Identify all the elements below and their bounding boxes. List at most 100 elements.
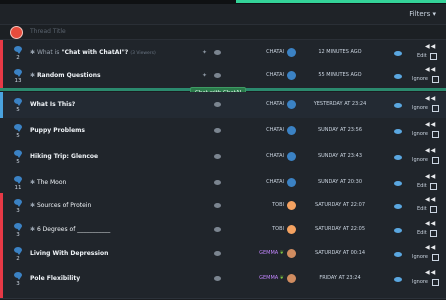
- media-controls-icon[interactable]: ◀◀: [425, 66, 436, 73]
- author-avatar[interactable]: [287, 71, 296, 80]
- new-thread-bar[interactable]: Thread Title: [0, 25, 446, 40]
- media-controls-icon[interactable]: ◀◀: [425, 173, 436, 180]
- edit-link[interactable]: Edit: [417, 53, 427, 59]
- chat-bubble-icon: [14, 272, 22, 280]
- reply-count: 5: [16, 159, 20, 165]
- thread-title[interactable]: ✱ What is "Chat with ChatAI"? (3 Viewers…: [30, 49, 156, 56]
- checkbox-icon[interactable]: [430, 230, 437, 237]
- author-avatar[interactable]: [287, 274, 296, 283]
- thread-row[interactable]: 5 Puppy Problems CHATAI SUNDAY AT 23:56 …: [0, 118, 446, 146]
- chat-bubble-icon: [14, 69, 22, 77]
- ignore-link[interactable]: Ignore: [412, 157, 428, 163]
- thread-title[interactable]: Living With Depression: [30, 250, 108, 257]
- media-controls-icon[interactable]: ◀◀: [425, 121, 436, 128]
- author-name[interactable]: CHATAI: [230, 101, 284, 107]
- filters-button[interactable]: Filters ▾: [409, 10, 436, 18]
- author-avatar[interactable]: [287, 100, 296, 109]
- eye-icon[interactable]: [394, 51, 402, 56]
- media-controls-icon[interactable]: ◀◀: [425, 244, 436, 251]
- reply-count: 11: [14, 185, 22, 191]
- reply-count: 5: [16, 133, 20, 139]
- edit-link[interactable]: Edit: [417, 230, 427, 236]
- thread-title[interactable]: Hiking Trip: Glencoe: [30, 153, 98, 160]
- checkbox-icon[interactable]: [430, 53, 437, 60]
- reply-count: 5: [16, 107, 20, 113]
- status-bar: [0, 92, 3, 119]
- user-avatar: [10, 26, 23, 39]
- author-avatar[interactable]: [287, 249, 296, 258]
- timestamp: 12 MINUTES AGO: [318, 49, 362, 55]
- checkbox-icon[interactable]: [432, 76, 439, 83]
- author-name[interactable]: CHATAI: [230, 49, 284, 55]
- ignore-link[interactable]: Ignore: [412, 254, 428, 260]
- author-avatar[interactable]: [287, 225, 296, 234]
- edit-link[interactable]: Edit: [417, 206, 427, 212]
- thread-row[interactable]: 3 Pole Flexibility GEMMA ❦ FRIDAY AT 23:…: [0, 266, 446, 299]
- eye-icon[interactable]: [394, 277, 402, 282]
- author-avatar[interactable]: [287, 48, 296, 57]
- author-avatar[interactable]: [287, 126, 296, 135]
- eye-icon[interactable]: [394, 155, 402, 160]
- ignore-link[interactable]: Ignore: [412, 76, 428, 82]
- thread-title[interactable]: ✱ Random Questions: [30, 72, 101, 79]
- eye-icon: [214, 251, 221, 256]
- author-avatar[interactable]: [287, 201, 296, 210]
- checkbox-icon[interactable]: [432, 254, 439, 261]
- pin-icon: ✦: [202, 72, 208, 79]
- media-controls-icon[interactable]: ◀◀: [425, 147, 436, 154]
- author-avatar[interactable]: [287, 152, 296, 161]
- thread-title[interactable]: ✱ Sources of Protein: [30, 202, 91, 209]
- status-bar: [0, 63, 3, 90]
- thread-title[interactable]: Puppy Problems: [30, 127, 85, 134]
- thread-title[interactable]: What Is This?: [30, 101, 75, 108]
- thread-title-input[interactable]: Thread Title: [30, 28, 66, 35]
- media-controls-icon[interactable]: ◀◀: [425, 95, 436, 102]
- thread-title[interactable]: ✱ 6 Degrees of ___________: [30, 226, 110, 233]
- eye-icon[interactable]: [394, 103, 402, 108]
- eye-icon: [214, 128, 221, 133]
- ignore-link[interactable]: Ignore: [412, 105, 428, 111]
- eye-icon[interactable]: [394, 204, 402, 209]
- chat-bubble-icon: [14, 247, 22, 255]
- eye-icon[interactable]: [394, 181, 402, 186]
- thread-row[interactable]: 5 What Is This? CHATAI YESTERDAY AT 23:2…: [0, 92, 446, 120]
- chat-bubble-icon: [14, 223, 22, 231]
- ignore-link[interactable]: Ignore: [412, 131, 428, 137]
- author-name[interactable]: TOBI: [230, 202, 284, 208]
- thread-row[interactable]: 2 Living With Depression GEMMA ❦ SATURDA…: [0, 241, 446, 269]
- chat-bubble-icon: [14, 176, 22, 184]
- ignore-link[interactable]: Ignore: [412, 279, 428, 285]
- checkbox-icon[interactable]: [432, 157, 439, 164]
- edit-link[interactable]: Edit: [417, 183, 427, 189]
- timestamp: SUNDAY AT 20:30: [317, 179, 363, 185]
- thread-title[interactable]: Pole Flexibility: [30, 275, 80, 282]
- checkbox-icon[interactable]: [430, 183, 437, 190]
- checkbox-icon[interactable]: [432, 105, 439, 112]
- eye-icon: [214, 154, 221, 159]
- checkbox-icon[interactable]: [430, 206, 437, 213]
- author-name[interactable]: CHATAI: [230, 179, 284, 185]
- media-controls-icon[interactable]: ◀◀: [425, 196, 436, 203]
- checkbox-icon[interactable]: [432, 131, 439, 138]
- media-controls-icon[interactable]: ◀◀: [425, 43, 436, 50]
- author-avatar[interactable]: [287, 178, 296, 187]
- thread-title[interactable]: ✱ The Moon: [30, 179, 66, 186]
- timestamp: YESTERDAY AT 23:24: [313, 101, 367, 107]
- author-name[interactable]: CHATAI: [230, 153, 284, 159]
- eye-icon[interactable]: [394, 74, 402, 79]
- author-name[interactable]: CHATAI: [230, 72, 284, 78]
- eye-icon[interactable]: [394, 129, 402, 134]
- chat-bubble-icon: [14, 98, 22, 106]
- author-name[interactable]: CHATAI: [230, 127, 284, 133]
- media-controls-icon[interactable]: ◀◀: [425, 220, 436, 227]
- eye-icon[interactable]: [394, 228, 402, 233]
- chat-bubble-icon: [14, 150, 22, 158]
- author-name[interactable]: GEMMA ❦: [230, 275, 284, 281]
- media-controls-icon[interactable]: ◀◀: [425, 269, 436, 276]
- thread-row[interactable]: 5 Hiking Trip: Glencoe CHATAI SUNDAY AT …: [0, 144, 446, 172]
- eye-icon[interactable]: [394, 252, 402, 257]
- author-name[interactable]: TOBI: [230, 226, 284, 232]
- author-name[interactable]: GEMMA ❦: [230, 250, 284, 256]
- checkbox-icon[interactable]: [432, 279, 439, 286]
- eye-icon: [214, 203, 221, 208]
